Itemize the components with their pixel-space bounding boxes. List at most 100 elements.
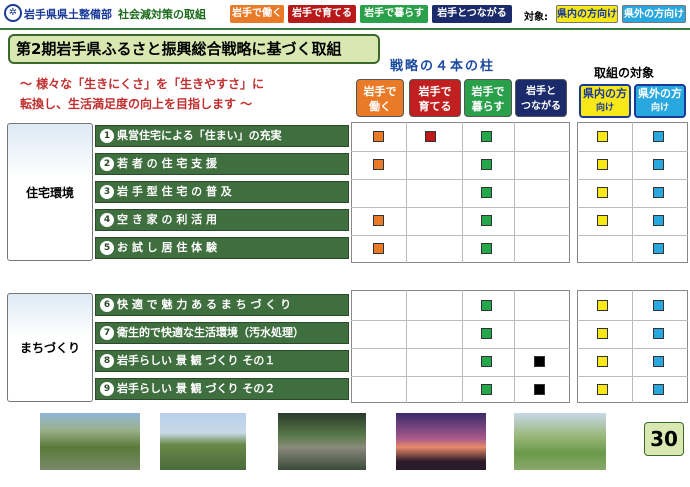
grid-hline bbox=[351, 320, 570, 321]
target-mark-yellow-row4 bbox=[597, 215, 608, 226]
header-bar: ✲ 岩手県県土整備部 社会減対策の取組 岩手で働く 岩手で育てる 岩手で暮らす … bbox=[0, 0, 690, 28]
item-label: 若 者 の 住 宅 支 援 bbox=[117, 157, 217, 170]
grid-hline bbox=[351, 151, 570, 152]
tag-out-pref: 県外の方向け bbox=[622, 5, 686, 23]
target-mark-blue-row7 bbox=[653, 328, 664, 339]
subtitle-line-1: ～ 様々な「生きにくさ」を「生きやすさ」に bbox=[20, 77, 264, 91]
slide: ✲ 岩手県県土整備部 社会減対策の取組 岩手で働く 岩手で育てる 岩手で暮らす … bbox=[0, 0, 690, 487]
grid-hline bbox=[577, 348, 688, 349]
item-number: 2 bbox=[100, 157, 114, 171]
pillar-work-line2: 働く bbox=[369, 100, 391, 113]
header-divider bbox=[0, 28, 690, 30]
mark-green-row7-col3 bbox=[481, 328, 492, 339]
tag-live: 岩手で暮らす bbox=[360, 5, 428, 23]
mark-orange-row2-col1 bbox=[373, 159, 384, 170]
item-row-3: 3岩 手 型 住 宅 の 普 及 bbox=[95, 181, 349, 203]
grid-hline bbox=[577, 320, 688, 321]
pillar-title: 戦略の４本の柱 bbox=[390, 59, 496, 74]
photo-town-river bbox=[160, 413, 246, 470]
mark-green-row4-col3 bbox=[481, 215, 492, 226]
target-mark-yellow-row8 bbox=[597, 356, 608, 367]
item-row-9: 9 岩手らしい 景 観 づくり その２ bbox=[95, 378, 349, 400]
item-row-7: 7 衛生的で快適な生活環境（汚水処理） bbox=[95, 322, 349, 344]
item-number: 7 bbox=[100, 326, 114, 340]
grid-vline bbox=[462, 122, 463, 263]
grid-hline bbox=[351, 179, 570, 180]
subtitle-line-2: 転換し、生活満足度の向上を目指します ～ bbox=[20, 97, 253, 111]
grid-hline bbox=[351, 207, 570, 208]
target-mark-blue-row4 bbox=[653, 215, 664, 226]
mark-green-row3-col3 bbox=[481, 187, 492, 198]
pillar-connect-line1: 岩手と bbox=[526, 86, 556, 97]
item-number: 1 bbox=[100, 129, 114, 143]
grid-vline bbox=[514, 290, 515, 403]
subtitle: ～ 様々な「生きにくさ」を「生きやすさ」に 転換し、生活満足度の向上を目指します… bbox=[20, 74, 264, 114]
target-title: 取組の対象 bbox=[594, 66, 655, 80]
mark-green-row6-col3 bbox=[481, 300, 492, 311]
pillar-raise-line2: 育てる bbox=[418, 100, 452, 113]
group-housing: 住宅環境 bbox=[7, 123, 93, 261]
target-mark-blue-row9 bbox=[653, 384, 664, 395]
item-number: 8 bbox=[100, 354, 114, 368]
item-number: 5 bbox=[100, 241, 114, 255]
pillar-live: 岩手で 暮らす bbox=[464, 79, 512, 117]
mark-black-row8-col4 bbox=[534, 356, 545, 367]
main-title: 第2期岩手県ふるさと振興総合戦略に基づく取組 bbox=[8, 34, 380, 64]
tag-in-pref: 県内の方向け bbox=[556, 5, 618, 23]
tag-work: 岩手で働く bbox=[230, 5, 284, 23]
target-label: 対象: bbox=[524, 12, 548, 23]
photo-rural-landscape bbox=[514, 413, 606, 470]
prefecture-logo-icon: ✲ bbox=[4, 4, 22, 22]
item-row-6: 6快 適 で 魅 力 あ る ま ち づ く り bbox=[95, 294, 349, 316]
pillar-raise: 岩手で 育てる bbox=[409, 79, 461, 117]
item-label: 岩 手 型 住 宅 の 普 及 bbox=[117, 185, 232, 198]
grid-vline bbox=[406, 122, 407, 263]
pillar-work-line1: 岩手で bbox=[363, 85, 397, 98]
grid-hline bbox=[351, 376, 570, 377]
target-mark-yellow-row7 bbox=[597, 328, 608, 339]
tag-connect: 岩手とつながる bbox=[432, 5, 512, 23]
target-mark-blue-row3 bbox=[653, 187, 664, 198]
pillar-live-line1: 岩手で bbox=[471, 85, 505, 98]
item-row-2: 2若 者 の 住 宅 支 援 bbox=[95, 153, 349, 175]
mark-orange-row5-col1 bbox=[373, 243, 384, 254]
grid-vline bbox=[632, 122, 633, 263]
target-mark-yellow-row3 bbox=[597, 187, 608, 198]
mark-black-row9-col4 bbox=[534, 384, 545, 395]
mark-orange-row1-col1 bbox=[373, 131, 384, 142]
grid-hline bbox=[351, 235, 570, 236]
grid-hline bbox=[577, 151, 688, 152]
target-mark-yellow-row2 bbox=[597, 159, 608, 170]
group-housing-label: 住宅環境 bbox=[25, 185, 74, 200]
grid-vline bbox=[462, 290, 463, 403]
target-mark-blue-row6 bbox=[653, 300, 664, 311]
item-label: 岩手らしい 景 観 づくり その１ bbox=[117, 354, 276, 367]
pillar-connect-line2: つながる bbox=[521, 101, 561, 112]
org-name: 岩手県県土整備部 bbox=[24, 8, 112, 21]
item-label: 衛生的で快適な生活環境（汚水処理） bbox=[117, 326, 304, 339]
mark-green-row1-col3 bbox=[481, 131, 492, 142]
grid-vline bbox=[514, 122, 515, 263]
target-mark-yellow-row1 bbox=[597, 131, 608, 142]
item-label: 快 適 で 魅 力 あ る ま ち づ く り bbox=[117, 298, 292, 311]
group-town: まちづくり bbox=[7, 293, 93, 402]
target-mark-blue-row5 bbox=[653, 243, 664, 254]
item-label: お 試 し 居 住 体 験 bbox=[117, 241, 217, 254]
grid-hline bbox=[577, 235, 688, 236]
item-row-8: 8 岩手らしい 景 観 づくり その１ bbox=[95, 350, 349, 372]
target-out-pref-line1: 県外の方 bbox=[638, 87, 682, 100]
target-mark-blue-row8 bbox=[653, 356, 664, 367]
photo-stone-bridge bbox=[278, 413, 366, 470]
item-number: 4 bbox=[100, 213, 114, 227]
grid-hline bbox=[577, 376, 688, 377]
target-mark-yellow-row6 bbox=[597, 300, 608, 311]
target-in-pref: 県内の方 向け bbox=[579, 84, 631, 118]
photo-housing-complex bbox=[40, 413, 140, 470]
grid-hline bbox=[351, 348, 570, 349]
tag-raise: 岩手で育てる bbox=[288, 5, 356, 23]
item-number: 6 bbox=[100, 298, 114, 312]
item-label: 県営住宅による「住まい」の充実 bbox=[117, 129, 282, 142]
group-town-label: まちづくり bbox=[19, 341, 80, 355]
mark-orange-row4-col1 bbox=[373, 215, 384, 226]
item-label: 岩手らしい 景 観 づくり その２ bbox=[117, 382, 276, 395]
